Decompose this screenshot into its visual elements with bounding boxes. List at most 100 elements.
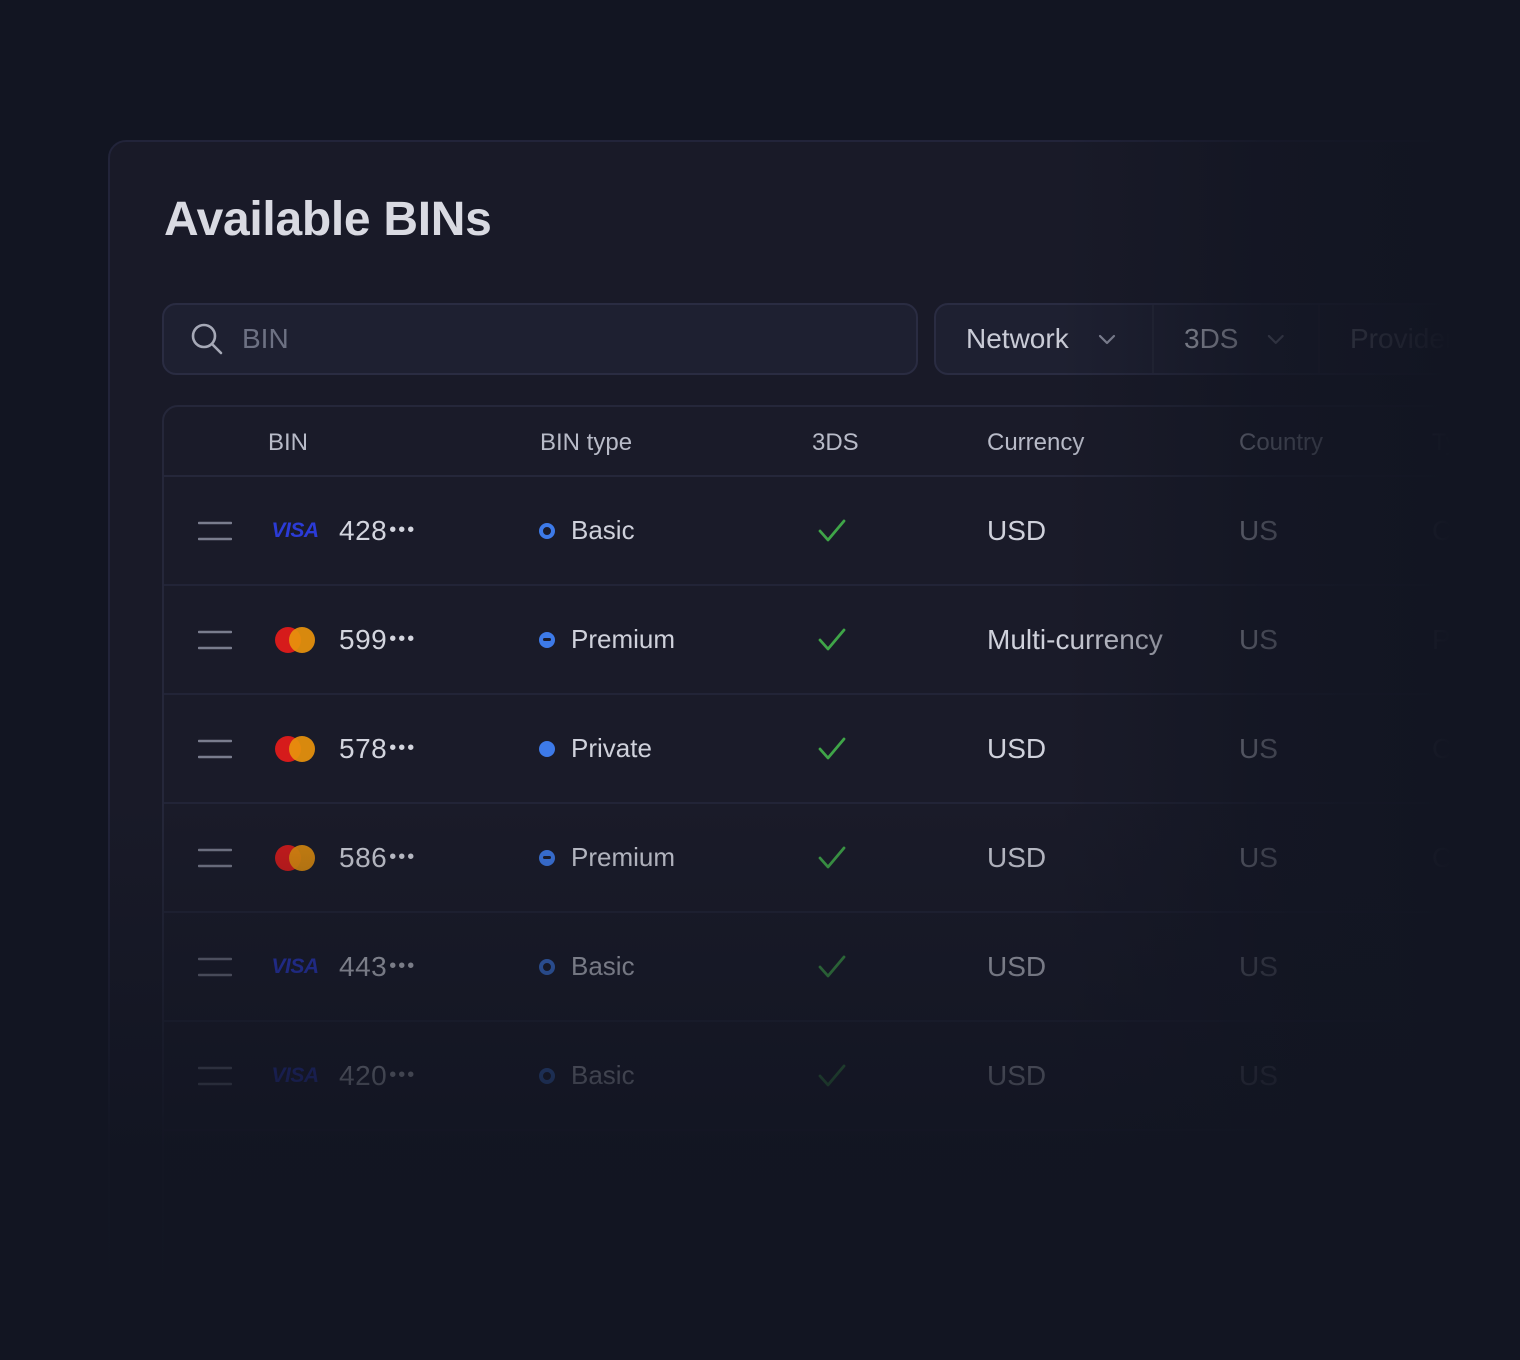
3ds-cell xyxy=(816,1022,848,1129)
visa-logo: VISA xyxy=(271,518,319,542)
currency-cell: USD xyxy=(987,950,1047,982)
drag-handle-icon xyxy=(198,521,232,540)
country-cell: US xyxy=(1239,841,1278,873)
drag-handle-icon xyxy=(198,630,232,649)
bin-cell: 599 ••• xyxy=(339,586,416,693)
table-header: BIN BIN type 3DS Currency Country Typ xyxy=(164,407,1520,477)
search-input[interactable] xyxy=(242,323,842,355)
drag-handle[interactable] xyxy=(198,804,232,911)
check-icon xyxy=(818,628,846,650)
country-cell: US xyxy=(1239,514,1278,546)
country-cell: US xyxy=(1239,732,1278,764)
3ds-cell xyxy=(816,913,848,1020)
column-header-type[interactable]: Typ xyxy=(1432,429,1471,457)
table-row[interactable]: VISA 420 ••• Basic USD US xyxy=(164,1022,1520,1131)
currency-cell: Multi-currency xyxy=(987,623,1163,655)
bin-mask: ••• xyxy=(389,737,417,759)
stage: Available BINs Network 3DS Provider BIN … xyxy=(0,0,1520,1360)
filter-network[interactable]: Network xyxy=(936,305,1154,373)
drag-handle-icon xyxy=(198,957,232,976)
column-header-country[interactable]: Country xyxy=(1239,429,1323,457)
3ds-cell xyxy=(816,695,848,802)
bin-cell: 443 ••• xyxy=(339,913,416,1020)
visa-logo: VISA xyxy=(271,1063,319,1087)
type-cell: Prep xyxy=(1432,623,1492,655)
bin-type-label: Basic xyxy=(571,515,635,545)
search-icon xyxy=(190,322,224,356)
drag-handle[interactable] xyxy=(198,695,232,802)
drag-handle-icon xyxy=(198,739,232,758)
drag-handle-icon xyxy=(198,1066,232,1085)
bins-table: BIN BIN type 3DS Currency Country Typ VI… xyxy=(162,405,1520,1360)
check-icon xyxy=(818,955,846,977)
drag-handle[interactable] xyxy=(198,477,232,584)
mastercard-logo xyxy=(275,626,315,653)
column-header-bin[interactable]: BIN xyxy=(268,429,308,457)
column-header-3ds[interactable]: 3DS xyxy=(812,429,859,457)
country-cell: US xyxy=(1239,1059,1278,1091)
currency-cell: USD xyxy=(987,514,1047,546)
mastercard-logo xyxy=(275,735,315,762)
filter-label: Provider xyxy=(1350,323,1455,354)
type-cell: Cred xyxy=(1432,514,1493,546)
country-cell: US xyxy=(1239,950,1278,982)
mastercard-logo xyxy=(275,844,315,871)
column-header-bin-type[interactable]: BIN type xyxy=(540,429,632,457)
bin-mask: ••• xyxy=(389,1064,417,1086)
table-row[interactable]: 586 ••• Premium USD US Cr xyxy=(164,804,1520,913)
network-cell xyxy=(270,695,320,802)
bin-cell: 420 ••• xyxy=(339,1022,416,1129)
bin-type-cell: Basic xyxy=(539,913,635,1020)
drag-handle[interactable] xyxy=(198,913,232,1020)
page-title: Available BINs xyxy=(164,193,492,246)
filter-provider[interactable]: Provider xyxy=(1320,305,1484,373)
bin-type-basic-icon xyxy=(539,1067,555,1084)
chevron-down-icon xyxy=(1098,334,1115,345)
bin-prefix: 428 xyxy=(339,514,388,546)
chevron-down-icon xyxy=(1268,334,1285,345)
check-icon xyxy=(818,519,846,541)
bin-prefix: 443 xyxy=(339,950,388,982)
bin-cell: 578 ••• xyxy=(339,695,416,802)
network-cell xyxy=(270,804,320,911)
table-row[interactable]: 578 ••• Private USD US Cre xyxy=(164,695,1520,804)
bin-type-cell: Premium xyxy=(539,804,675,911)
3ds-cell xyxy=(816,804,848,911)
bin-mask: ••• xyxy=(389,519,417,541)
check-icon xyxy=(818,1064,846,1086)
network-cell: VISA xyxy=(270,1022,320,1129)
table-row[interactable]: 599 ••• Premium Multi-currency US Prep xyxy=(164,586,1520,695)
bin-prefix: 586 xyxy=(339,841,388,873)
drag-handle[interactable] xyxy=(198,586,232,693)
filter-label: 3DS xyxy=(1184,323,1239,354)
bin-type-label: Private xyxy=(571,733,652,763)
drag-handle-icon xyxy=(198,848,232,867)
bin-type-basic-icon xyxy=(539,958,555,975)
bin-type-basic-icon xyxy=(539,522,555,539)
bin-mask: ••• xyxy=(389,628,417,650)
bin-type-cell: Private xyxy=(539,695,652,802)
bin-prefix: 578 xyxy=(339,732,388,764)
bin-mask: ••• xyxy=(389,846,417,868)
country-cell: US xyxy=(1239,623,1278,655)
drag-handle[interactable] xyxy=(198,1022,232,1129)
3ds-cell xyxy=(816,477,848,584)
filter-3ds[interactable]: 3DS xyxy=(1154,305,1320,373)
currency-cell: USD xyxy=(987,1059,1047,1091)
bin-type-private-icon xyxy=(539,740,555,757)
search-box[interactable] xyxy=(162,303,918,375)
check-icon xyxy=(818,846,846,868)
table-row[interactable]: VISA 428 ••• Basic USD US Cred xyxy=(164,477,1520,586)
3ds-cell xyxy=(816,586,848,693)
network-cell xyxy=(270,586,320,693)
network-cell: VISA xyxy=(270,913,320,1020)
bin-type-premium-icon xyxy=(539,631,555,648)
bin-type-label: Basic xyxy=(571,1060,635,1090)
network-cell: VISA xyxy=(270,477,320,584)
filter-bar: Network 3DS Provider xyxy=(934,303,1520,375)
currency-cell: USD xyxy=(987,841,1047,873)
table-row[interactable]: VISA 443 ••• Basic USD US xyxy=(164,913,1520,1022)
bin-type-label: Premium xyxy=(571,624,676,654)
bin-mask: ••• xyxy=(389,955,417,977)
column-header-currency[interactable]: Currency xyxy=(987,429,1084,457)
